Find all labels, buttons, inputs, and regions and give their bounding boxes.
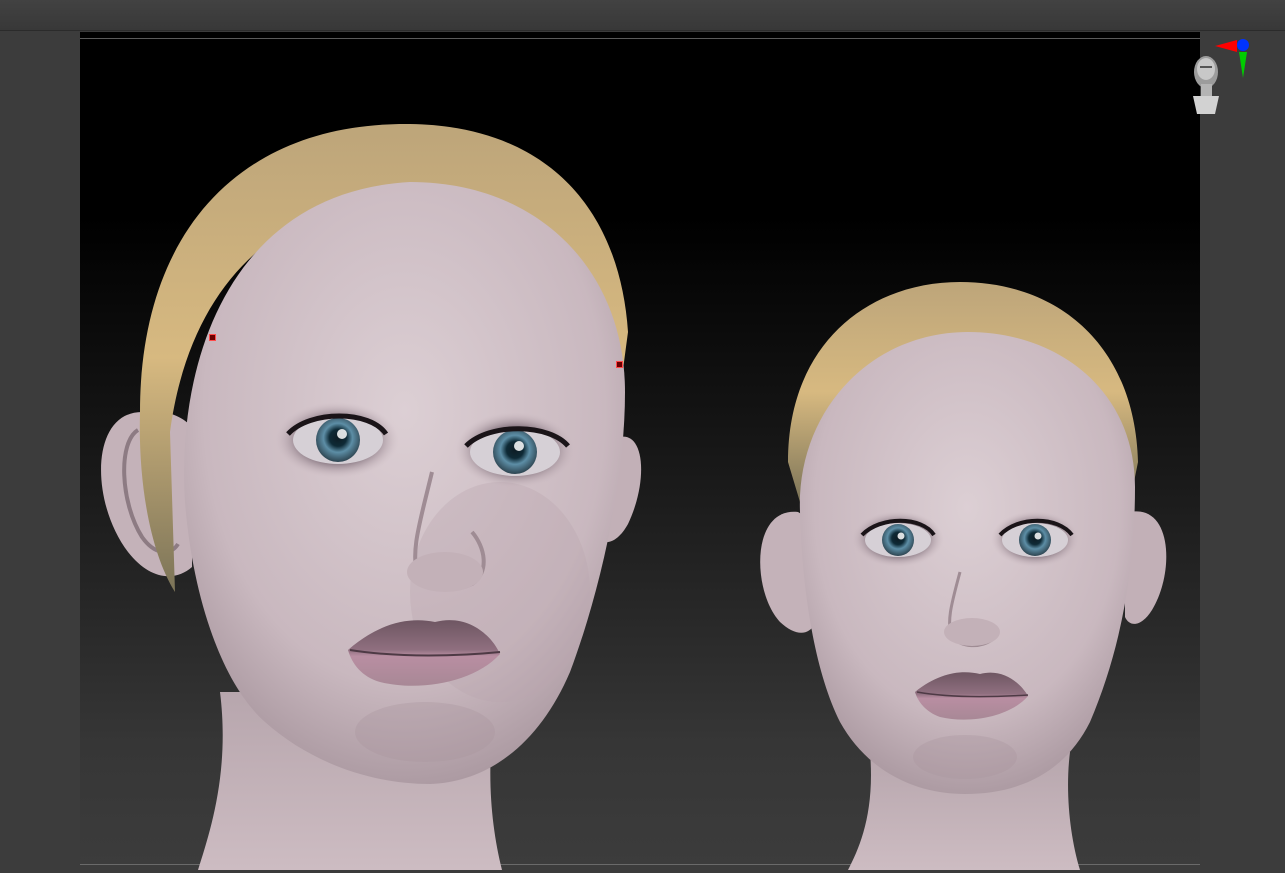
sculpt-app-window <box>0 0 1285 873</box>
mask-handle-marker[interactable] <box>616 361 623 368</box>
viewport-canvas[interactable] <box>80 32 1200 870</box>
x-axis-arrow-icon[interactable] <box>1215 40 1237 52</box>
mask-handle-marker[interactable] <box>209 334 216 341</box>
y-axis-arrow-icon[interactable] <box>1239 52 1247 78</box>
top-toolbar-strip <box>0 0 1285 31</box>
z-axis-dot-icon[interactable] <box>1237 39 1249 51</box>
small-head-model[interactable] <box>760 282 1167 870</box>
left-tool-shelf <box>0 31 80 873</box>
right-tool-shelf <box>1200 31 1285 873</box>
head-orientation-icon[interactable] <box>1185 36 1255 120</box>
large-head-model[interactable] <box>101 123 642 870</box>
sculpt-models[interactable] <box>80 32 1200 870</box>
